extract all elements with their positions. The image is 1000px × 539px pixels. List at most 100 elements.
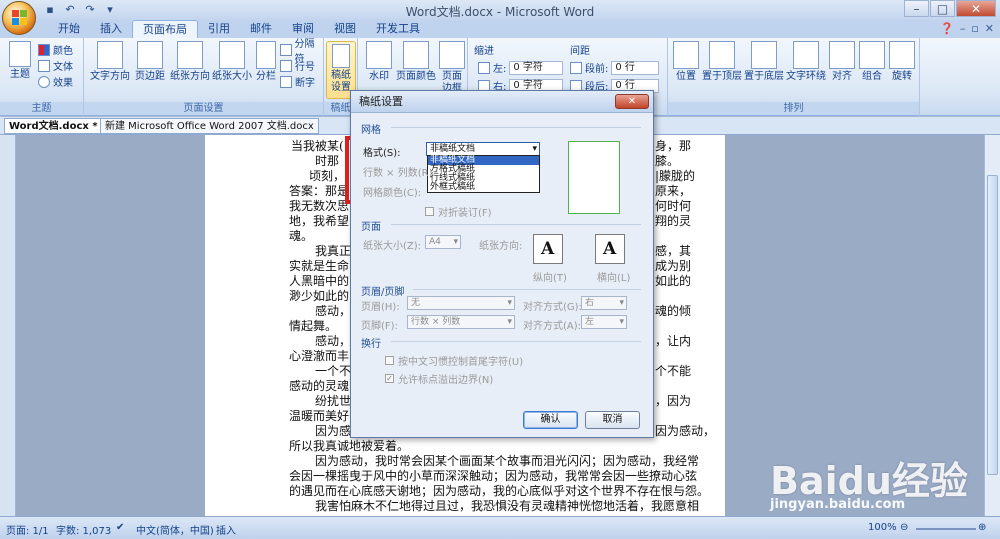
hyphenation-button[interactable]: 断字 xyxy=(280,74,315,89)
document-line-fragment: 个不能 xyxy=(655,364,692,378)
theme-colors-button[interactable]: 颜色 xyxy=(38,42,73,57)
help-icon[interactable]: ❓ xyxy=(940,22,954,35)
style-label: 格式(S): xyxy=(363,148,401,159)
line-numbers-icon xyxy=(280,59,292,72)
status-page[interactable]: 页面: 1/1 xyxy=(6,522,49,537)
align-button[interactable]: 对齐 xyxy=(828,41,856,83)
line-numbers-label: 行号 xyxy=(295,62,315,73)
text-wrap-button[interactable]: 文字环绕 xyxy=(786,41,826,83)
close-button[interactable]: ✕ xyxy=(956,0,996,17)
status-zoom[interactable]: 100% xyxy=(868,522,897,533)
status-language[interactable]: 中文(简体，中国) xyxy=(136,522,214,537)
tab-home[interactable]: 开始 xyxy=(48,20,90,38)
office-button[interactable] xyxy=(2,1,36,35)
orientation-icon xyxy=(177,41,203,69)
document-line-fragment: ，因为 xyxy=(655,394,692,408)
spacing-before-input[interactable]: 0 行 xyxy=(611,60,660,75)
ribbon-right-controls: ❓ – ▫ ✕ xyxy=(940,22,994,35)
paper-size-select[interactable]: A4 xyxy=(425,235,461,249)
ribbon-restore-icon[interactable]: ▫ xyxy=(971,22,978,35)
landscape-button[interactable]: A xyxy=(595,234,625,264)
doc-tab-second[interactable]: 新建 Microsoft Office Word 2007 文档.docx xyxy=(100,118,319,134)
tab-mailings[interactable]: 邮件 xyxy=(240,20,282,38)
status-words[interactable]: 字数: 1,073 xyxy=(56,522,111,537)
bring-front-icon xyxy=(709,41,735,69)
tab-insert[interactable]: 插入 xyxy=(90,20,132,38)
themes-button[interactable]: 主题 xyxy=(6,41,34,81)
status-bar: 页面: 1/1 字数: 1,073 ✔ 中文(简体，中国) 插入 100% ⊖ … xyxy=(0,516,1000,539)
send-back-icon xyxy=(751,41,777,69)
landscape-label: 横向(L) xyxy=(597,273,631,284)
title-bar: ▪ ↶ ↷ ▾ Word文档.docx - Microsoft Word – □… xyxy=(0,0,1000,20)
ribbon-tab-bar: 开始 插入 页面布局 引用 邮件 审阅 视图 开发工具 ❓ – ▫ ✕ xyxy=(0,20,1000,38)
theme-fonts-button[interactable]: 文体 xyxy=(38,58,73,73)
portrait-button[interactable]: A xyxy=(533,234,563,264)
ok-button[interactable]: 确认 xyxy=(523,411,578,429)
checkbox-box xyxy=(385,356,394,365)
watermark-button[interactable]: 水印 xyxy=(364,41,394,83)
scrollbar-thumb[interactable] xyxy=(987,175,998,475)
minimize-button[interactable]: – xyxy=(904,0,929,17)
zoom-slider[interactable] xyxy=(916,528,976,530)
footer-select[interactable]: 行数 × 列数 xyxy=(407,315,515,329)
rotate-button[interactable]: 旋转 xyxy=(888,41,916,83)
ribbon-minimize-icon[interactable]: – xyxy=(960,22,966,35)
columns-button[interactable]: 分栏 xyxy=(254,41,278,83)
dialog-close-button[interactable]: ✕ xyxy=(615,94,649,109)
header-align-select[interactable]: 右 xyxy=(581,296,627,310)
paper-size-button[interactable]: 纸张大小 xyxy=(212,41,252,83)
cancel-button[interactable]: 取消 xyxy=(585,411,640,429)
landscape-icon: A xyxy=(603,239,617,259)
binding-checkbox[interactable]: 对折装订(F) xyxy=(425,204,492,219)
manuscript-icon xyxy=(332,44,350,68)
indent-left-input[interactable]: 0 字符 xyxy=(509,60,564,75)
section-header-footer: 页眉/页脚 xyxy=(361,287,405,298)
line-numbers-button[interactable]: 行号 xyxy=(280,58,315,73)
breaks-button[interactable]: 分隔符 xyxy=(280,39,323,65)
group-objects-icon xyxy=(859,41,885,69)
position-label: 位置 xyxy=(676,71,696,82)
text-wrap-icon xyxy=(793,41,819,69)
zoom-out-icon[interactable]: ⊖ xyxy=(900,522,908,533)
doc-tab-active[interactable]: Word文档.docx * xyxy=(4,118,103,134)
maximize-button[interactable]: □ xyxy=(930,0,955,17)
zoom-in-icon[interactable]: ⊕ xyxy=(978,522,986,533)
proofing-icon[interactable]: ✔ xyxy=(116,522,124,533)
theme-effects-button[interactable]: 效果 xyxy=(38,74,73,89)
group-objects-button[interactable]: 组合 xyxy=(858,41,886,83)
tab-view[interactable]: 视图 xyxy=(324,20,366,38)
position-button[interactable]: 位置 xyxy=(672,41,700,83)
rotate-label: 旋转 xyxy=(892,71,912,82)
page-color-button[interactable]: 页面颜色 xyxy=(396,41,436,83)
tab-page-layout[interactable]: 页面布局 xyxy=(132,20,198,38)
window-title: Word文档.docx - Microsoft Word xyxy=(405,5,595,19)
vertical-scrollbar[interactable] xyxy=(984,135,1000,516)
text-direction-icon xyxy=(97,41,123,69)
footer-align-select[interactable]: 左 xyxy=(581,315,627,329)
wrap-option-2[interactable]: ✓ 允许标点溢出边界(N) xyxy=(385,371,493,386)
position-icon xyxy=(673,41,699,69)
indent-left-icon xyxy=(478,61,490,74)
text-direction-button[interactable]: 文字方向 xyxy=(90,41,130,83)
indent-left-label: 左: xyxy=(493,64,507,75)
send-back-button[interactable]: 置于底层 xyxy=(744,41,784,83)
style-select[interactable]: 非稿纸文档 xyxy=(426,142,540,156)
margins-icon xyxy=(137,41,163,69)
bring-front-button[interactable]: 置于顶层 xyxy=(702,41,742,83)
tab-references[interactable]: 引用 xyxy=(198,20,240,38)
style-option[interactable]: 外框式稿纸 xyxy=(428,183,539,192)
status-mode[interactable]: 插入 xyxy=(216,522,236,537)
tab-developer[interactable]: 开发工具 xyxy=(366,20,430,38)
page-border-button[interactable]: 页面 边框 xyxy=(438,41,466,95)
page-border-icon xyxy=(439,41,465,69)
wrap-option-1[interactable]: 按中文习惯控制首尾字符(U) xyxy=(385,353,523,368)
margins-button[interactable]: 页边距 xyxy=(132,41,168,83)
header-select[interactable]: 无 xyxy=(407,296,515,310)
indent-left-row: 左: 0 字符 xyxy=(478,60,564,75)
orientation-button[interactable]: 纸张方向 xyxy=(170,41,210,83)
ribbon-close-icon[interactable]: ✕ xyxy=(985,22,994,35)
group-themes: 主题 颜色 文体 效果 主题 xyxy=(0,38,84,116)
header-label: 页眉(H): xyxy=(361,302,400,313)
align-label: 对齐 xyxy=(832,71,852,82)
columns-label: 分栏 xyxy=(256,71,276,82)
